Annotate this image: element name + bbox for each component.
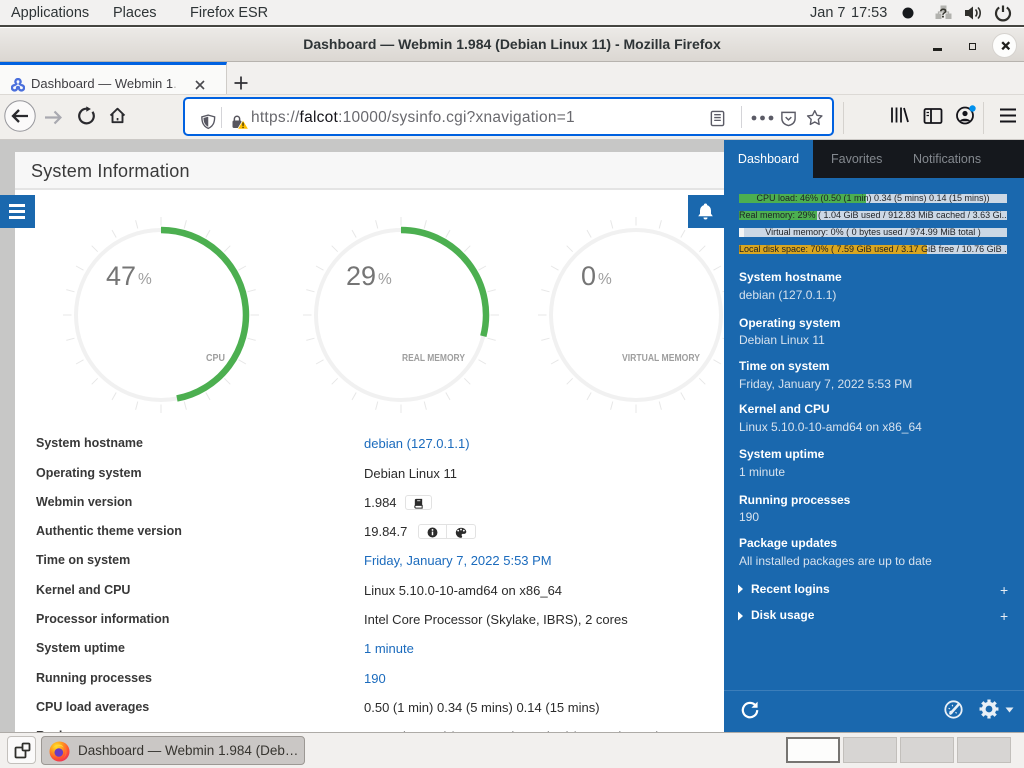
svg-text:CPU: CPU xyxy=(206,352,225,364)
svg-text:47%: 47% xyxy=(106,261,152,291)
svg-text:REAL MEMORY: REAL MEMORY xyxy=(402,352,465,364)
svg-text:?: ? xyxy=(939,6,947,21)
svg-text:0%: 0% xyxy=(581,261,612,291)
svg-text:29%: 29% xyxy=(346,261,392,291)
svg-text:VIRTUAL MEMORY: VIRTUAL MEMORY xyxy=(622,352,700,364)
